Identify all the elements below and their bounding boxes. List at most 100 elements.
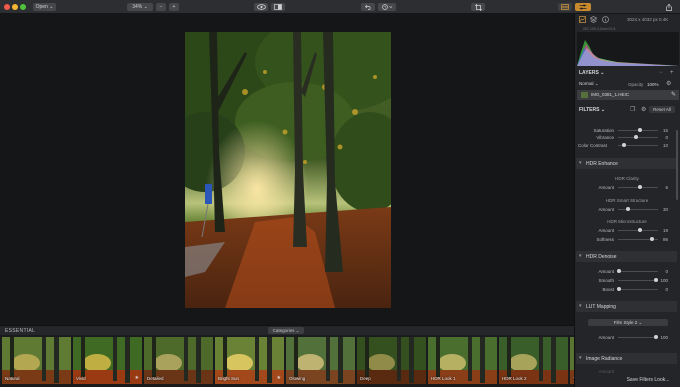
slider-knob[interactable]: [634, 135, 638, 139]
hdr-enhance-header[interactable]: ▾ HDR Enhance: [576, 158, 677, 169]
window-close-button[interactable]: [4, 4, 10, 10]
preview-toggle-button[interactable]: [254, 3, 268, 11]
slider-knob[interactable]: [650, 237, 654, 241]
slider-value[interactable]: 100: [660, 278, 668, 283]
layers-title[interactable]: LAYERS ⌄: [579, 70, 604, 76]
reset-all-button[interactable]: Reset All: [649, 106, 675, 113]
window-minimize-button[interactable]: [12, 4, 18, 10]
history-dropdown[interactable]: [378, 3, 396, 11]
slider-value[interactable]: 19: [663, 228, 668, 233]
slider-value[interactable]: 0: [665, 287, 668, 292]
slider-track[interactable]: [618, 128, 658, 132]
lut-preset-dropdown[interactable]: Film Style 2 ⌄: [588, 319, 668, 326]
edited-photo[interactable]: [185, 32, 391, 308]
slider-track[interactable]: [618, 228, 658, 232]
window-zoom-button[interactable]: [20, 4, 26, 10]
share-button[interactable]: [664, 3, 674, 11]
preset-thumb[interactable]: HDR Look 2: [499, 337, 568, 384]
filters-title[interactable]: FILTERS ⌄: [579, 107, 605, 113]
slider-track[interactable]: [618, 207, 658, 211]
slider-value[interactable]: 100: [660, 335, 668, 340]
slider-value[interactable]: 0: [665, 135, 668, 140]
eye-icon: [256, 4, 266, 10]
preset-label: Glowing: [289, 376, 306, 381]
info-icon[interactable]: [602, 16, 609, 23]
copy-icon[interactable]: ❐: [630, 106, 635, 113]
undo-button[interactable]: [361, 3, 375, 11]
slider-value[interactable]: 0: [665, 269, 668, 274]
layer-name: IMG_0381_1.HEIC: [591, 92, 630, 97]
slider-value[interactable]: 30: [663, 207, 668, 212]
favorite-star-icon[interactable]: ★: [277, 375, 281, 381]
lut-mapping-header[interactable]: ▾ LUT Mapping: [576, 301, 677, 312]
layer-item[interactable]: IMG_0381_1.HEIC ✎: [577, 90, 679, 100]
preset-label: Natural: [5, 376, 20, 381]
slider-label: Softness: [596, 237, 614, 242]
slider-track[interactable]: [618, 237, 658, 241]
adjustments-toggle-button[interactable]: [575, 3, 591, 11]
slider-knob[interactable]: [638, 185, 642, 189]
slider-knob[interactable]: [638, 228, 642, 232]
image-canvas[interactable]: [0, 14, 574, 325]
slider-knob[interactable]: [616, 269, 621, 273]
gear-icon[interactable]: ⚙: [666, 80, 671, 87]
slider-label: Amount: [598, 185, 614, 190]
slider-track[interactable]: [618, 335, 658, 339]
zoom-out-button[interactable]: −: [156, 3, 166, 11]
preset-thumb[interactable]: Deep: [357, 337, 426, 384]
favorite-star-icon[interactable]: ★: [135, 375, 139, 381]
filter-title: LUT Mapping: [586, 303, 616, 310]
slider-knob[interactable]: [654, 278, 658, 282]
slider-track[interactable]: [618, 278, 658, 282]
layers-toggle-button[interactable]: [558, 3, 572, 11]
slider-knob[interactable]: [638, 128, 642, 132]
slider-knob[interactable]: [626, 207, 630, 211]
open-button[interactable]: Open ⌄: [33, 3, 56, 11]
preset-thumb[interactable]: Detailed: [144, 337, 213, 384]
slider-track[interactable]: [618, 185, 658, 189]
histogram-icon[interactable]: [579, 16, 586, 23]
chevron-down-icon: ▾: [579, 303, 582, 309]
layers-section-header: LAYERS ⌄ − +: [575, 68, 680, 78]
share-icon: [666, 3, 672, 11]
slider-value[interactable]: 15: [663, 128, 668, 133]
chevron-down-icon: ▾: [579, 355, 582, 361]
preset-thumb[interactable]: Glowing: [286, 337, 355, 384]
crop-button[interactable]: [471, 3, 485, 11]
slider-value[interactable]: 86: [663, 237, 668, 242]
categories-dropdown[interactable]: Categories ⌄: [268, 327, 304, 334]
slider-track[interactable]: [618, 143, 658, 147]
zoom-dropdown[interactable]: 34% ⌄: [127, 3, 153, 11]
slider-track[interactable]: [616, 287, 658, 291]
slider-row: Vibrance 0: [574, 134, 680, 141]
hdr-denoise-header[interactable]: ▾ HDR Denoise: [576, 251, 677, 262]
preset-thumb[interactable]: Vivid ★: [73, 337, 142, 384]
opacity-value[interactable]: 100%: [647, 82, 659, 87]
slider-label: Amount: [598, 228, 614, 233]
save-filters-look-button[interactable]: Save Filters Look...: [622, 376, 674, 385]
slider-track[interactable]: [616, 269, 658, 273]
slider-row: Color Contrast 10: [574, 142, 680, 149]
brush-icon[interactable]: ✎: [671, 91, 676, 98]
slider-track[interactable]: [618, 135, 658, 139]
slider-knob[interactable]: [616, 287, 621, 291]
filters-scrollbar[interactable]: [676, 130, 678, 200]
image-radiance-header[interactable]: ▾ Image Radiance: [576, 353, 677, 364]
add-layer-icon[interactable]: +: [670, 70, 674, 76]
slider-value[interactable]: 6: [665, 185, 668, 190]
slider-knob[interactable]: [622, 143, 626, 147]
layers-icon[interactable]: [590, 16, 597, 23]
compare-button[interactable]: [271, 3, 285, 11]
zoom-in-button[interactable]: +: [169, 3, 179, 11]
slider-knob[interactable]: [654, 335, 658, 339]
filter-settings-icon[interactable]: ⚙: [641, 106, 646, 113]
preset-thumb[interactable]: HDR Look 1: [428, 337, 497, 384]
layer-thumbnail: [581, 92, 588, 98]
slider-label: Saturation: [593, 128, 614, 133]
slider-value[interactable]: 10: [663, 143, 668, 148]
preset-label: Vivid: [76, 376, 86, 381]
remove-layer-icon[interactable]: −: [659, 70, 663, 76]
split-view-icon: [274, 4, 282, 10]
preset-thumb[interactable]: Natural: [2, 337, 71, 384]
preset-thumb[interactable]: Bright Sun ★: [215, 337, 284, 384]
